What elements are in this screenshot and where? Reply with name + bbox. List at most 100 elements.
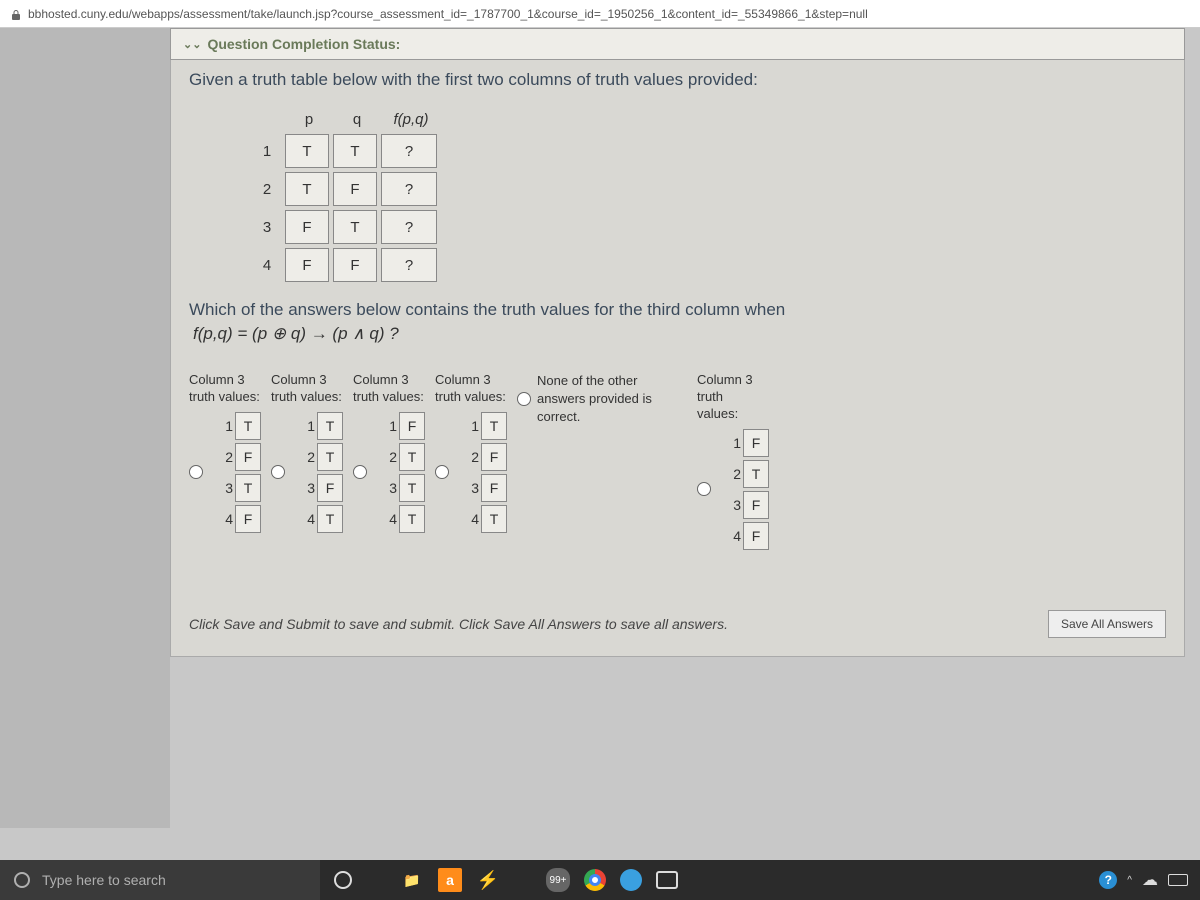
mini-row-num: 1 (299, 418, 315, 434)
mini-row-num: 3 (299, 480, 315, 496)
answer-options: Column 3truth values:1T2F3T4FColumn 3tru… (189, 372, 1166, 550)
row-number: 1 (249, 143, 285, 160)
mini-value: F (399, 412, 425, 440)
mini-value: F (743, 522, 769, 550)
task-view-icon[interactable] (366, 872, 386, 888)
cell-fpq: ? (381, 248, 437, 282)
chevron-down-icon: ⌄⌄ (183, 38, 201, 51)
bolt-app-icon[interactable]: ⚡ (476, 868, 500, 892)
mini-value: T (399, 443, 425, 471)
mini-row-num: 4 (299, 511, 315, 527)
cortana-icon (14, 872, 30, 888)
answer-option[interactable]: None of the other answers provided is co… (517, 372, 687, 427)
mini-value: T (743, 460, 769, 488)
cortana-circle-icon[interactable] (334, 871, 352, 889)
option-label: Column 3truth values: (435, 372, 507, 406)
blue-app-icon[interactable] (620, 869, 642, 891)
browser-address-bar: bbhosted.cuny.edu/webapps/assessment/tak… (0, 0, 1200, 28)
left-gutter (0, 28, 170, 828)
row-number: 4 (249, 257, 285, 274)
mini-value: T (481, 412, 507, 440)
cell-q: F (333, 248, 377, 282)
mini-value: F (235, 443, 261, 471)
tray-caret-icon[interactable]: ^ (1127, 875, 1132, 886)
answer-option[interactable]: Column 3truthvalues:1F2T3F4F (697, 372, 769, 550)
message-app-icon[interactable] (656, 871, 678, 889)
formula-text: f(p,q) = (p ⊕ q) → (p ∧ q) ? (193, 324, 1166, 344)
mini-row-num: 1 (381, 418, 397, 434)
mini-value: T (317, 412, 343, 440)
cell-q: F (333, 172, 377, 206)
mini-row-num: 4 (217, 511, 233, 527)
option-none-text: None of the other answers provided is co… (537, 372, 687, 427)
mini-row-num: 3 (381, 480, 397, 496)
row-number: 2 (249, 181, 285, 198)
cell-p: F (285, 210, 329, 244)
mini-row-num: 4 (725, 528, 741, 544)
prompt-text: Given a truth table below with the first… (189, 70, 1166, 90)
mini-value: F (481, 474, 507, 502)
mini-row-num: 2 (463, 449, 479, 465)
answer-option[interactable]: Column 3truth values: 1F2T3T4T (353, 372, 425, 533)
cell-fpq: ? (381, 134, 437, 168)
th-q: q (333, 104, 381, 134)
mini-row-num: 1 (217, 418, 233, 434)
mini-row-num: 3 (463, 480, 479, 496)
cell-p: T (285, 134, 329, 168)
answer-option[interactable]: Column 3truth values:1T2T3F4T (271, 372, 343, 533)
cell-q: T (333, 134, 377, 168)
truth-table-row: 4FF? (249, 248, 1166, 282)
answer-option[interactable]: Column 3truth values: 1T2F3F4T (435, 372, 507, 533)
grid-app-icon[interactable] (514, 871, 532, 889)
mail-badge[interactable]: 99+ (546, 868, 570, 892)
mini-value: F (743, 429, 769, 457)
radio-button[interactable] (435, 465, 449, 479)
th-fpq: f(p,q) (381, 104, 441, 134)
help-icon[interactable]: ? (1099, 871, 1117, 889)
radio-button[interactable] (697, 482, 711, 496)
mini-value: F (743, 491, 769, 519)
option-truth-values: 1T2F3F4T (463, 412, 507, 533)
mini-value: T (481, 505, 507, 533)
mini-value: T (399, 474, 425, 502)
mini-value: F (235, 505, 261, 533)
truth-table-row: 1TT? (249, 134, 1166, 168)
search-placeholder: Type here to search (42, 872, 166, 888)
mini-row-num: 4 (381, 511, 397, 527)
radio-button[interactable] (517, 392, 531, 406)
lock-icon (10, 8, 22, 20)
radio-button[interactable] (271, 465, 285, 479)
question-body: Given a truth table below with the first… (170, 60, 1185, 657)
chrome-icon[interactable] (584, 869, 606, 891)
cell-q: T (333, 210, 377, 244)
mini-row-num: 2 (217, 449, 233, 465)
option-label: Column 3truth values: (189, 372, 261, 406)
option-label: Column 3truth values: (353, 372, 425, 406)
mini-value: F (481, 443, 507, 471)
mini-row-num: 3 (217, 480, 233, 496)
completion-status-bar[interactable]: ⌄⌄ Question Completion Status: (170, 28, 1185, 60)
mini-row-num: 1 (463, 418, 479, 434)
taskbar-search[interactable]: Type here to search (0, 860, 320, 900)
file-explorer-icon[interactable]: 📁 (400, 868, 424, 892)
radio-button[interactable] (353, 465, 367, 479)
option-truth-values: 1F2T3T4T (381, 412, 425, 533)
mini-value: T (317, 505, 343, 533)
cloud-icon[interactable]: ☁ (1142, 870, 1158, 890)
answer-option[interactable]: Column 3truth values:1T2F3T4F (189, 372, 261, 533)
battery-icon[interactable] (1168, 874, 1188, 886)
truth-table-row: 3FT? (249, 210, 1166, 244)
mini-row-num: 2 (725, 466, 741, 482)
url-text: bbhosted.cuny.edu/webapps/assessment/tak… (28, 7, 868, 21)
mini-value: T (317, 443, 343, 471)
radio-button[interactable] (189, 465, 203, 479)
th-p: p (285, 104, 333, 134)
save-all-answers-button[interactable]: Save All Answers (1048, 610, 1166, 638)
mini-value: T (235, 412, 261, 440)
question-text: Which of the answers below contains the … (189, 300, 1166, 320)
access-app-icon[interactable]: a (438, 868, 462, 892)
cell-p: T (285, 172, 329, 206)
mini-value: T (399, 505, 425, 533)
mini-value: T (235, 474, 261, 502)
given-truth-table: p q f(p,q) 1TT?2TF?3FT?4FF? (249, 104, 1166, 282)
